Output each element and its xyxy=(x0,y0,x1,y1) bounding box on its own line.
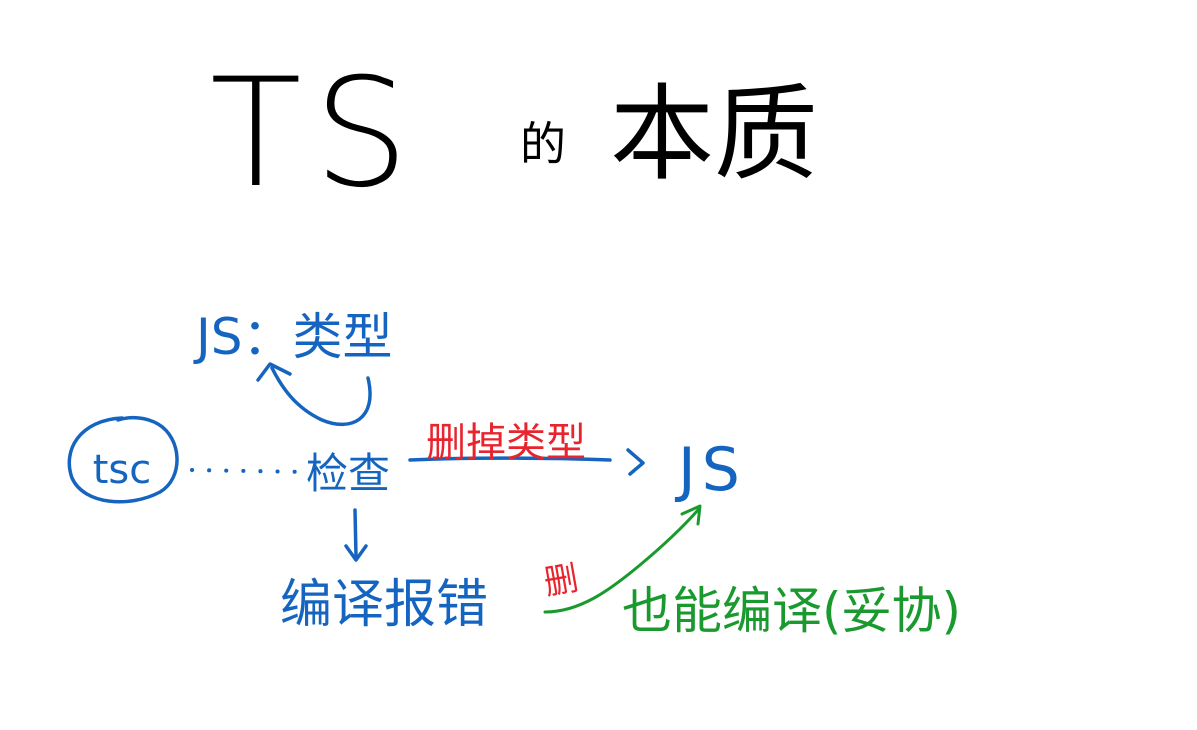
title-main: 本质 xyxy=(610,73,818,195)
tsc-label: tsc xyxy=(93,447,152,493)
title-latin: TS xyxy=(210,47,421,221)
check-to-js-arrowhead xyxy=(626,448,645,476)
tsc-node: tsc xyxy=(67,415,179,504)
check-label: 检查 xyxy=(306,449,390,498)
check-to-error-arrow xyxy=(353,508,358,558)
js-output-label: JS xyxy=(674,435,746,505)
remove-short-label: 删 xyxy=(541,558,581,603)
whiteboard-canvas: TS 的 本质 tsc 检查 JS：类型 JS 编译报错 删掉类型 删 也能编译… xyxy=(0,0,1197,730)
check-to-jstypes-arrow xyxy=(270,366,372,427)
diagram-svg: TS 的 本质 tsc 检查 JS：类型 JS 编译报错 删掉类型 删 也能编译… xyxy=(67,47,961,640)
title-particle: 的 xyxy=(520,117,566,171)
js-types-label: JS：类型 xyxy=(193,308,392,366)
compile-error-label: 编译报错 xyxy=(280,575,488,635)
title: TS 的 本质 xyxy=(210,47,818,221)
error-to-js-arrowhead xyxy=(680,504,702,526)
remove-types-label: 删掉类型 xyxy=(426,420,586,466)
dotted-connector xyxy=(190,468,310,474)
can-compile-label: 也能编译(妥协) xyxy=(622,582,961,640)
